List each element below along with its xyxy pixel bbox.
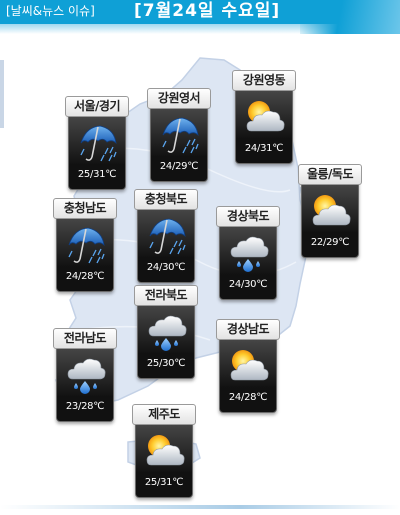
rain-icon xyxy=(162,117,199,154)
region-card-gangwon-yeongseo: 강원영서 24/29℃ xyxy=(147,88,211,182)
region-name: 경상북도 xyxy=(216,206,280,227)
partly-cloudy-icon xyxy=(146,434,185,466)
partly-cloudy-icon xyxy=(230,349,269,381)
partly-cloudy-icon xyxy=(312,194,351,226)
region-name: 서울/경기 xyxy=(65,96,129,117)
region-name: 충청북도 xyxy=(134,189,198,210)
left-edge-strip xyxy=(0,60,4,128)
region-temp: 25/31℃ xyxy=(144,477,184,488)
header-brush-stroke xyxy=(300,0,400,34)
region-name: 충청남도 xyxy=(53,198,117,219)
region-name: 전라남도 xyxy=(53,328,117,349)
rain-icon xyxy=(149,218,186,255)
region-temp: 24/30℃ xyxy=(228,279,268,290)
region-card-jeonnam: 전라남도 23/28℃ xyxy=(53,328,117,422)
header-category: [날씨&뉴스 이슈] xyxy=(6,4,95,18)
region-card-chungnam: 충청남도 24/28℃ xyxy=(53,198,117,292)
region-name: 강원영동 xyxy=(232,70,296,91)
region-card-gyeongbuk: 경상북도 24/30℃ xyxy=(216,206,280,300)
bottom-decor-stroke xyxy=(0,505,400,509)
region-name: 울릉/독도 xyxy=(298,164,362,185)
region-temp: 24/31℃ xyxy=(244,143,284,154)
weather-graphic: [날씨&뉴스 이슈] [7월24일 수요일] 서울/경기 25/31℃ 강원영서… xyxy=(0,0,400,515)
region-temp: 25/31℃ xyxy=(77,169,117,180)
region-card-gyeongnam: 경상남도 24/28℃ xyxy=(216,319,280,413)
region-temp: 23/28℃ xyxy=(65,401,105,412)
region-card-gangwon-yeongdong: 강원영동 24/31℃ xyxy=(232,70,296,164)
region-temp: 25/30℃ xyxy=(146,358,186,369)
region-card-seoul-gyeonggi: 서울/경기 25/31℃ xyxy=(65,96,129,190)
cloud-rain-icon xyxy=(67,358,106,395)
region-card-ulleung-dokdo: 울릉/독도 22/29℃ xyxy=(298,164,362,258)
region-card-jeonbuk: 전라북도 25/30℃ xyxy=(134,285,198,379)
region-card-chungbuk: 충청북도 24/30℃ xyxy=(134,189,198,283)
region-name: 강원영서 xyxy=(147,88,211,109)
region-card-jeju: 제주도 25/31℃ xyxy=(132,404,196,498)
region-temp: 24/28℃ xyxy=(65,271,105,282)
header-date: [7월24일 수요일] xyxy=(134,1,281,21)
region-temp: 24/30℃ xyxy=(146,262,186,273)
region-temp: 24/29℃ xyxy=(159,161,199,172)
region-name: 제주도 xyxy=(132,404,196,425)
region-name: 전라북도 xyxy=(134,285,198,306)
cloud-rain-icon xyxy=(230,236,269,273)
region-temp: 24/28℃ xyxy=(228,392,268,403)
cloud-rain-icon xyxy=(148,315,187,352)
partly-cloudy-icon xyxy=(246,100,285,132)
region-name: 경상남도 xyxy=(216,319,280,340)
rain-icon xyxy=(80,125,117,162)
rain-icon xyxy=(68,227,105,264)
region-temp: 22/29℃ xyxy=(310,237,350,248)
